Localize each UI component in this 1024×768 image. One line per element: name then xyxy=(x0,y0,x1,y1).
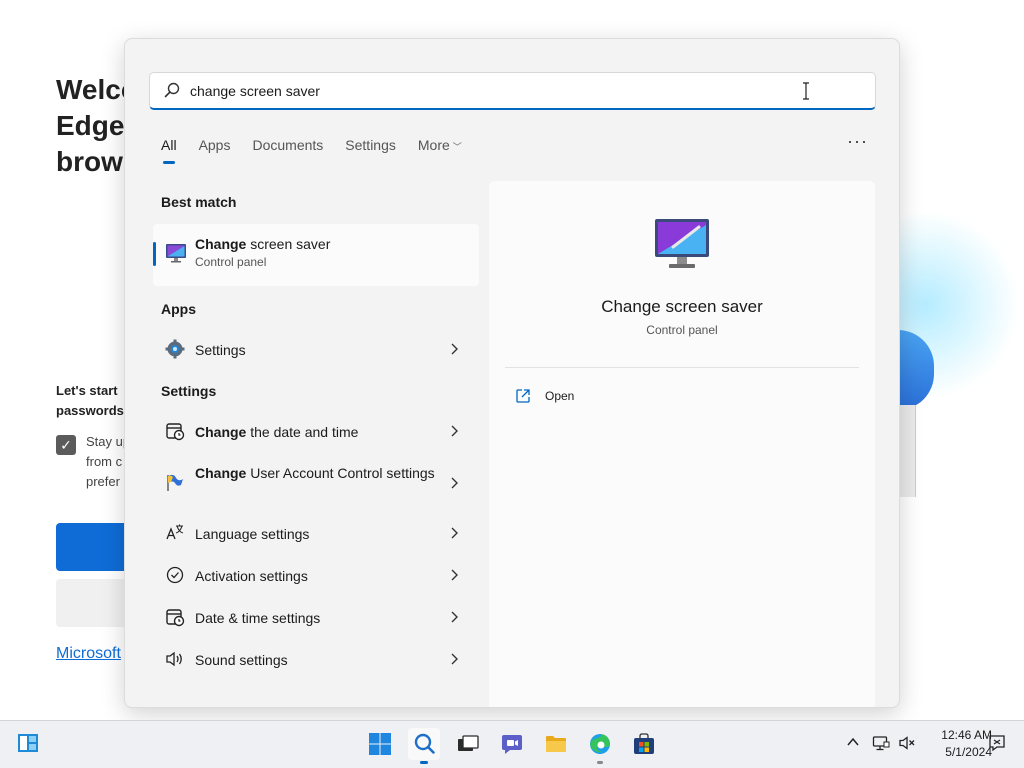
calendar-clock-icon xyxy=(166,423,185,441)
stay-checkbox[interactable]: ✓ xyxy=(56,435,76,455)
tab-all[interactable]: All xyxy=(161,135,177,165)
text-cursor-icon xyxy=(803,82,809,100)
decorative-art-panel xyxy=(898,405,916,497)
divider xyxy=(505,367,859,368)
best-match-item[interactable]: Change screen saver Control panel xyxy=(153,224,479,286)
speaker-icon xyxy=(166,651,182,667)
search-box[interactable] xyxy=(149,72,876,110)
tab-settings[interactable]: Settings xyxy=(345,135,396,165)
store-button[interactable] xyxy=(628,728,660,760)
search-icon xyxy=(414,733,435,754)
tab-apps[interactable]: Apps xyxy=(199,135,231,165)
show-hidden-icons-chevron-icon[interactable] xyxy=(846,735,860,749)
settings-gear-icon xyxy=(165,339,185,359)
open-external-icon xyxy=(516,389,530,403)
edge-browser-icon xyxy=(590,734,610,754)
widgets-icon xyxy=(18,734,38,752)
screen-saver-icon xyxy=(655,219,709,268)
search-filter-tabs: All Apps Documents Settings More ﹀ xyxy=(161,135,484,165)
check-circle-icon xyxy=(166,566,184,584)
chevron-right-icon xyxy=(451,477,458,489)
folder-icon xyxy=(546,736,566,752)
uac-flag-icon xyxy=(167,474,183,491)
tab-more[interactable]: More ﹀ xyxy=(418,135,462,165)
language-icon xyxy=(166,524,184,540)
preview-subtitle: Control panel xyxy=(646,323,718,337)
clock-date: 5/1/2024 xyxy=(945,745,992,759)
apps-header: Apps xyxy=(161,301,196,317)
task-view-icon xyxy=(458,735,479,751)
open-action[interactable]: Open xyxy=(515,386,635,410)
widgets-button[interactable] xyxy=(12,727,44,759)
chat-icon xyxy=(502,735,522,754)
best-match-subtitle: Control panel xyxy=(195,255,267,269)
preview-title: Change screen saver xyxy=(601,297,763,316)
chevron-right-icon xyxy=(451,425,458,437)
microsoft-link[interactable]: Microsoft xyxy=(56,645,121,663)
notifications-icon[interactable] xyxy=(988,734,1006,752)
chevron-right-icon xyxy=(451,343,458,355)
settings-item-change-uac[interactable]: Change User Account Control settings xyxy=(153,459,479,507)
screen-saver-icon xyxy=(166,244,186,263)
chat-button[interactable] xyxy=(496,728,528,760)
system-clock[interactable]: 12:46 AM 5/1/2024 xyxy=(920,727,992,761)
clock-time: 12:46 AM xyxy=(941,728,992,742)
task-view-button[interactable] xyxy=(452,728,484,760)
settings-item-sound[interactable]: Sound settings xyxy=(153,639,479,679)
chevron-right-icon xyxy=(451,611,458,623)
windows-logo-icon xyxy=(369,733,391,755)
tab-documents[interactable]: Documents xyxy=(252,135,323,165)
settings-item-activation[interactable]: Activation settings xyxy=(153,555,479,595)
settings-item-change-date-time[interactable]: Change the date and time xyxy=(153,411,479,451)
search-flyout: All Apps Documents Settings More﹀ ··· Be… xyxy=(124,38,900,708)
chevron-down-icon: ﹀ xyxy=(452,142,462,152)
search-taskbar-button[interactable] xyxy=(408,728,440,764)
search-icon xyxy=(164,82,180,98)
chevron-right-icon xyxy=(451,653,458,665)
chevron-right-icon xyxy=(451,569,458,581)
edge-button[interactable] xyxy=(584,728,616,764)
store-icon xyxy=(634,733,654,754)
result-preview-pane: Change screen saver Control panel Open xyxy=(489,181,875,707)
settings-header: Settings xyxy=(161,383,217,399)
network-icon[interactable] xyxy=(872,734,890,752)
settings-item-date-time[interactable]: Date & time settings xyxy=(153,597,479,637)
best-match-header: Best match xyxy=(161,194,237,210)
more-options-button[interactable]: ··· xyxy=(847,131,868,152)
settings-item-language[interactable]: Language settings xyxy=(153,513,479,553)
search-input[interactable] xyxy=(190,79,750,103)
start-button[interactable] xyxy=(364,728,396,760)
file-explorer-button[interactable] xyxy=(540,728,572,760)
calendar-clock-icon xyxy=(166,609,185,627)
app-item-settings[interactable]: Settings xyxy=(153,329,479,369)
chevron-right-icon xyxy=(451,527,458,539)
volume-muted-icon[interactable] xyxy=(898,734,916,752)
